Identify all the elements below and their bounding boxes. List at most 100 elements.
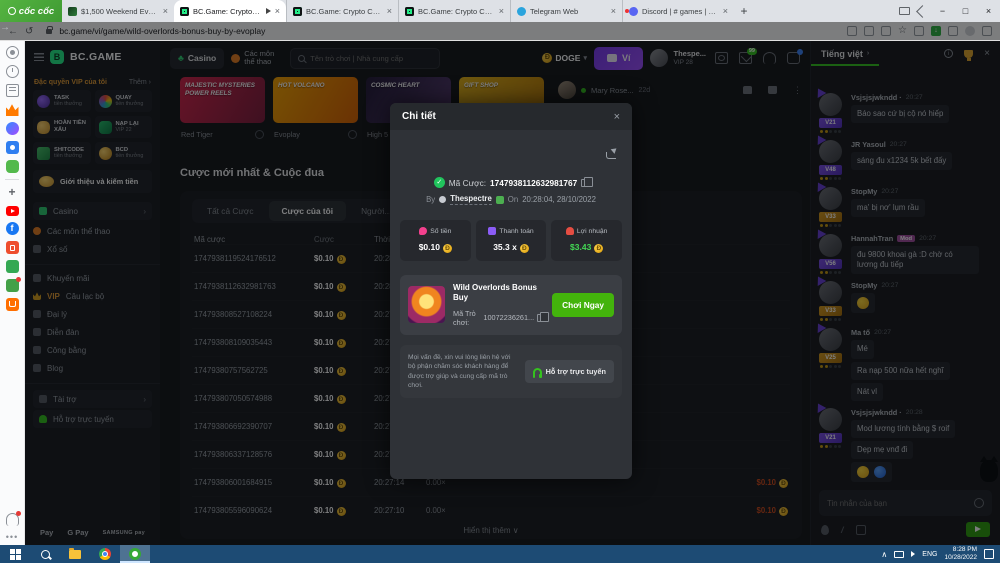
system-tray: ∧ ENG 8:28 PM 10/28/2022 xyxy=(881,546,1000,563)
frog-emoji-icon xyxy=(496,196,504,204)
add-shortcut-icon[interactable]: + xyxy=(6,186,19,199)
on-label: On xyxy=(508,195,518,204)
support-note-text: Mọi vấn đề, xin vui lòng liên hệ với bộ … xyxy=(408,353,517,391)
cast-icon[interactable] xyxy=(899,7,910,15)
browser-tab[interactable]: BC.Game: Crypto Casino Gan... × xyxy=(398,0,510,22)
browser-address-bar: ← → ↺ bc.game/vi/game/wild-overlords-bon… xyxy=(0,22,1000,41)
stat-box: Số tiền $0.10 xyxy=(400,220,471,261)
stat-value: 35.3 x xyxy=(476,242,547,253)
play-now-button[interactable]: Chơi Ngay xyxy=(552,293,614,317)
coin-icon xyxy=(594,244,603,253)
tab-favicon xyxy=(293,7,302,16)
verified-check-icon xyxy=(434,177,445,188)
game-thumbnail[interactable] xyxy=(408,286,445,323)
shopping-cart-icon[interactable] xyxy=(6,298,19,311)
chat-app-icon[interactable] xyxy=(6,141,19,154)
coccoc-mug-icon xyxy=(8,7,16,15)
person-icon xyxy=(439,196,446,203)
game-id-value: 10072236261... xyxy=(483,313,534,322)
tab-close-icon[interactable]: × xyxy=(387,6,392,16)
tab-title: BC.Game: Crypto Casino xyxy=(193,7,262,16)
file-explorer-button[interactable] xyxy=(60,545,90,563)
sheets-app-icon[interactable] xyxy=(6,260,19,273)
keyboard-language[interactable]: ENG xyxy=(922,551,937,558)
window-close-button[interactable]: × xyxy=(981,0,996,22)
windows-taskbar: ∧ ENG 8:28 PM 10/28/2022 xyxy=(0,545,1000,563)
tab-close-icon[interactable]: × xyxy=(163,6,168,16)
chrome-taskbar-button[interactable] xyxy=(90,545,120,563)
shopee-icon[interactable] xyxy=(6,241,19,254)
screen: cốc cốc $1,500 Weekend Evoplay Mi... × B… xyxy=(0,0,1000,563)
tab-audio-icon[interactable] xyxy=(266,8,271,14)
forward-button[interactable]: → xyxy=(0,22,1000,40)
stat-label: Lợi nhuận xyxy=(577,228,608,235)
bet-details-modal: Chi tiết × Mã Cược: 1747938112632981767 … xyxy=(390,103,632,479)
modal-title: Chi tiết xyxy=(402,111,436,122)
browser-tab[interactable]: BC.Game: Crypto Casino × xyxy=(174,0,286,22)
reading-list-icon[interactable] xyxy=(6,84,19,97)
by-label: By xyxy=(426,195,435,204)
modal-close-icon[interactable]: × xyxy=(614,111,620,123)
clock[interactable]: 8:28 PM 10/28/2022 xyxy=(944,546,977,563)
browser-tab[interactable]: Discord | # games | BC G... × xyxy=(622,0,734,22)
stat-value: $0.10 xyxy=(400,242,471,253)
messenger-icon[interactable] xyxy=(6,122,19,135)
facebook-icon[interactable]: f xyxy=(6,222,19,235)
speaker-icon[interactable] xyxy=(911,551,915,557)
stat-label: Thanh toán xyxy=(499,228,533,235)
crown-rewards-icon[interactable] xyxy=(6,103,19,116)
tabstrip-controls: − □ × xyxy=(899,0,1000,22)
window-maximize-button[interactable]: □ xyxy=(958,0,973,22)
search-icon xyxy=(41,550,50,559)
tray-chevron-icon[interactable]: ∧ xyxy=(881,550,887,559)
browser-tab[interactable]: $1,500 Weekend Evoplay Mi... × xyxy=(62,0,174,22)
tab-title: Telegram Web xyxy=(530,7,607,16)
coccoc-browser-logo[interactable]: cốc cốc xyxy=(0,0,62,22)
share-icon[interactable] xyxy=(606,152,616,159)
history-icon[interactable] xyxy=(6,65,19,78)
coin-icon xyxy=(443,244,452,253)
window-minimize-button[interactable]: − xyxy=(935,0,950,22)
bcgame-site: B BC.GAME Đặc quyền VIP của tôi Thêm › T… xyxy=(25,41,1000,545)
tab-favicon xyxy=(180,7,189,16)
copy-icon[interactable] xyxy=(537,314,544,322)
browser-tab[interactable]: Telegram Web × xyxy=(510,0,622,22)
taskbar-search-button[interactable] xyxy=(30,545,60,563)
more-icon[interactable]: ••• xyxy=(6,532,19,545)
notifications-bell-icon[interactable] xyxy=(6,513,19,526)
tab-favicon xyxy=(68,7,77,16)
game-id-label: Mã Trò chơi: xyxy=(453,309,480,327)
restore-session-icon[interactable] xyxy=(916,5,929,18)
start-button[interactable] xyxy=(0,545,30,563)
tab-close-icon[interactable]: × xyxy=(275,6,280,16)
game-title: Wild Overlords Bonus Buy xyxy=(453,283,544,304)
mail-app-icon[interactable] xyxy=(6,279,19,292)
display-icon[interactable] xyxy=(894,551,904,558)
tab-close-icon[interactable]: × xyxy=(723,6,728,16)
windows-logo-icon xyxy=(10,549,21,560)
bet-author-row: By Thespectre On 20:28:04, 28/10/2022 xyxy=(390,194,632,205)
games-icon[interactable] xyxy=(6,160,19,173)
browser-tab[interactable]: BC.Game: Crypto Casino Gan... × xyxy=(286,0,398,22)
youtube-icon[interactable] xyxy=(6,206,19,216)
coccoc-taskbar-button[interactable] xyxy=(120,545,150,563)
tab-close-icon[interactable]: × xyxy=(499,6,504,16)
new-tab-button[interactable]: + xyxy=(734,0,754,22)
browser-tab-strip: cốc cốc $1,500 Weekend Evoplay Mi... × B… xyxy=(0,0,1000,22)
bet-datetime: 20:28:04, 28/10/2022 xyxy=(522,195,596,204)
online-support-button[interactable]: Hỗ trợ trực tuyến xyxy=(525,360,614,383)
copy-icon[interactable] xyxy=(581,179,588,187)
stat-box: Lợi nhuận $3.43 xyxy=(551,220,622,261)
action-center-icon[interactable] xyxy=(984,549,994,559)
tab-title: Discord | # games | BC G... xyxy=(642,7,719,16)
tab-title: $1,500 Weekend Evoplay Mi... xyxy=(81,7,159,16)
settings-icon[interactable] xyxy=(6,46,19,59)
stat-box: Thanh toán 35.3 x xyxy=(476,220,547,261)
coccoc-icon xyxy=(129,548,141,560)
bet-author-name[interactable]: Thespectre xyxy=(450,194,492,205)
bet-stats-row: Số tiền $0.10 Thanh toán 35.3 x xyxy=(400,220,622,261)
tab-favicon xyxy=(517,7,526,16)
tab-close-icon[interactable]: × xyxy=(611,6,616,16)
headset-icon xyxy=(533,368,542,375)
stat-icon xyxy=(419,227,427,235)
